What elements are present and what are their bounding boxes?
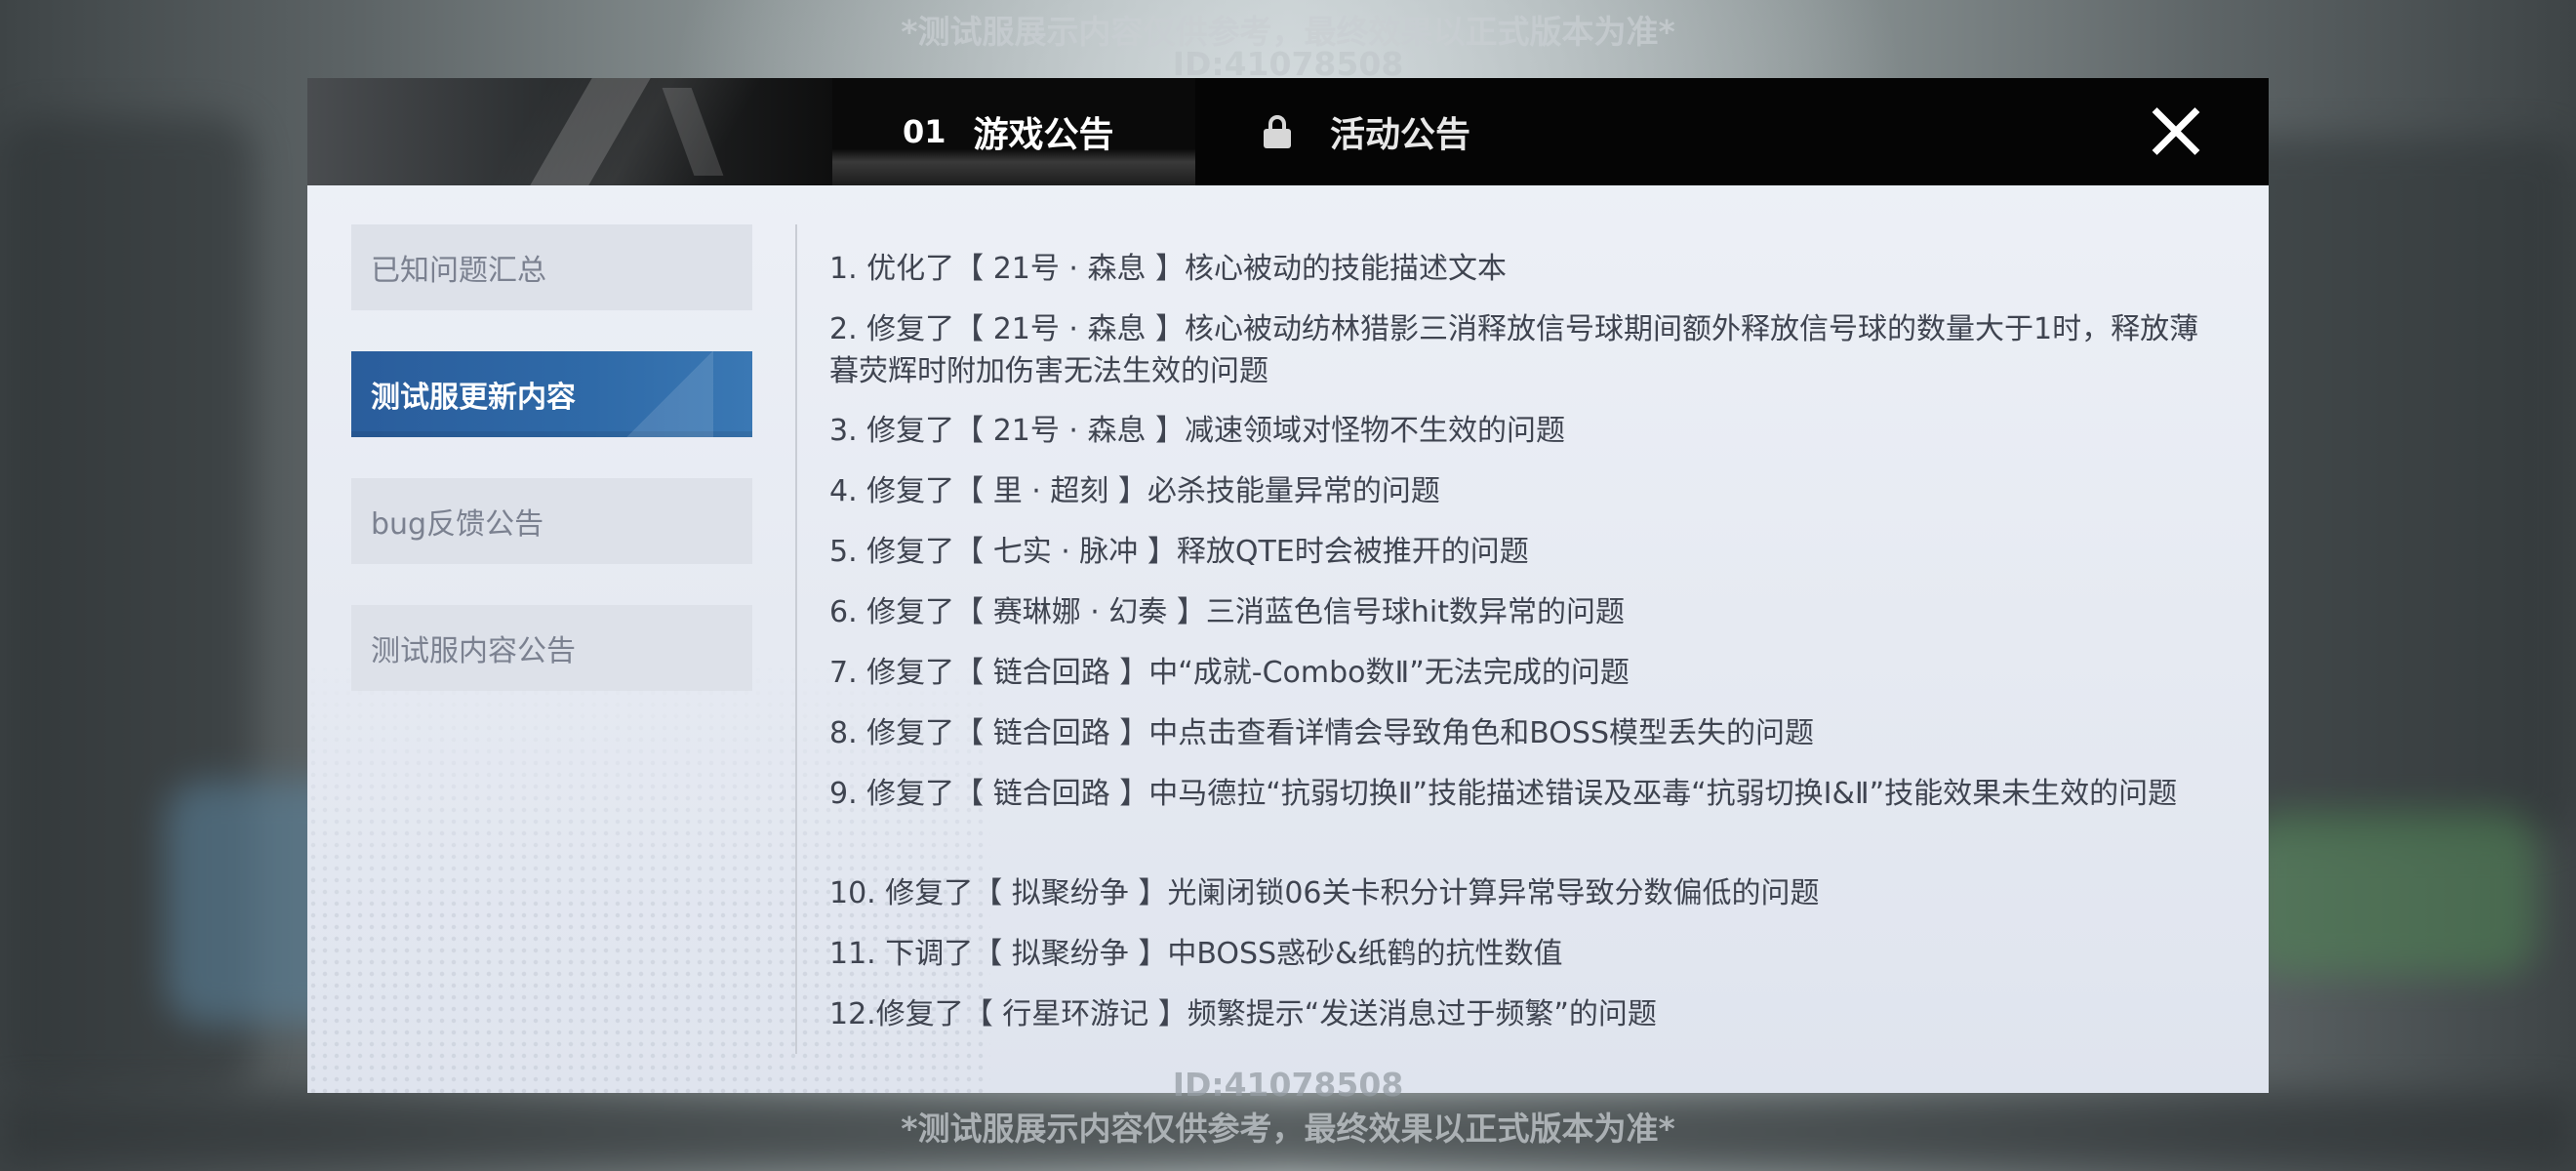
announcement-content[interactable]: 1. 优化了【 21号 · 森息 】核心被动的技能描述文本 2. 修复了【 21… (829, 220, 2225, 1069)
list-item: 1. 优化了【 21号 · 森息 】核心被动的技能描述文本 (829, 252, 1508, 286)
dialog-header: 01 游戏公告 活动公告 (307, 78, 2269, 185)
close-icon[interactable] (2142, 98, 2210, 166)
tab-number: 01 (903, 113, 946, 150)
list-item: 4. 修复了【 里 · 超刻 】必杀技能量异常的问题 (829, 474, 1440, 508)
list-item: 2. 修复了【 21号 · 森息 】核心被动纺林猎影三消释放信号球期间额外释放信… (829, 312, 2199, 388)
list-item: 7. 修复了【 链合回路 】中“成就-Combo数Ⅱ”无法完成的问题 (829, 656, 1630, 690)
list-item: 6. 修复了【 赛琳娜 · 幻奏 】三消蓝色信号球hit数异常的问题 (829, 595, 1625, 629)
list-item: 9. 修复了【 链合回路 】中马德拉“抗弱切换Ⅱ”技能描述错误及巫毒“抗弱切换Ⅰ… (829, 777, 2178, 811)
sidebar-item-test-server-updates[interactable]: 测试服更新内容 (351, 351, 752, 437)
tab-label: 活动公告 (1330, 115, 1471, 155)
tab-event-announcement[interactable]: 活动公告 (1264, 78, 1576, 185)
list-item: 8. 修复了【 链合回路 】中点击查看详情会导致角色和BOSS模型丢失的问题 (829, 716, 1814, 750)
announcement-dialog: 01 游戏公告 活动公告 已知问题汇总 测试服更新内容 bug反馈公告 测试服内… (307, 78, 2269, 1093)
sidebar-item-bug-feedback[interactable]: bug反馈公告 (351, 478, 752, 564)
list-item: 10. 修复了【 拟聚纷争 】光阑闭锁06关卡积分计算异常导致分数偏低的问题 (829, 876, 1820, 910)
tab-label: 游戏公告 (973, 115, 1114, 155)
watermark-id-bottom: ID:41078508 (1172, 1066, 1404, 1104)
test-server-disclaimer-bottom: *测试服展示内容仅供参考，最终效果以正式版本为准* (901, 1110, 1675, 1148)
list-item: 5. 修复了【 七实 · 脉冲 】释放QTE时会被推开的问题 (829, 535, 1529, 569)
sidebar-item-test-server-content[interactable]: 测试服内容公告 (351, 605, 752, 691)
background-plant-green (2244, 810, 2537, 976)
tab-game-announcement[interactable]: 01 游戏公告 (832, 78, 1195, 185)
list-item: 3. 修复了【 21号 · 森息 】减速领域对怪物不生效的问题 (829, 414, 1566, 448)
content-divider (795, 224, 797, 1054)
list-item: 11. 下调了【 拟聚纷争 】中BOSS惑砂&纸鹤的抗性数值 (829, 937, 1563, 971)
sidebar-item-known-issues[interactable]: 已知问题汇总 (351, 224, 752, 310)
lock-icon (1264, 115, 1291, 148)
header-artwork (307, 78, 854, 185)
list-item: 12.修复了【 行星环游记 】频繁提示“发送消息过于频繁”的问题 (829, 997, 1657, 1031)
